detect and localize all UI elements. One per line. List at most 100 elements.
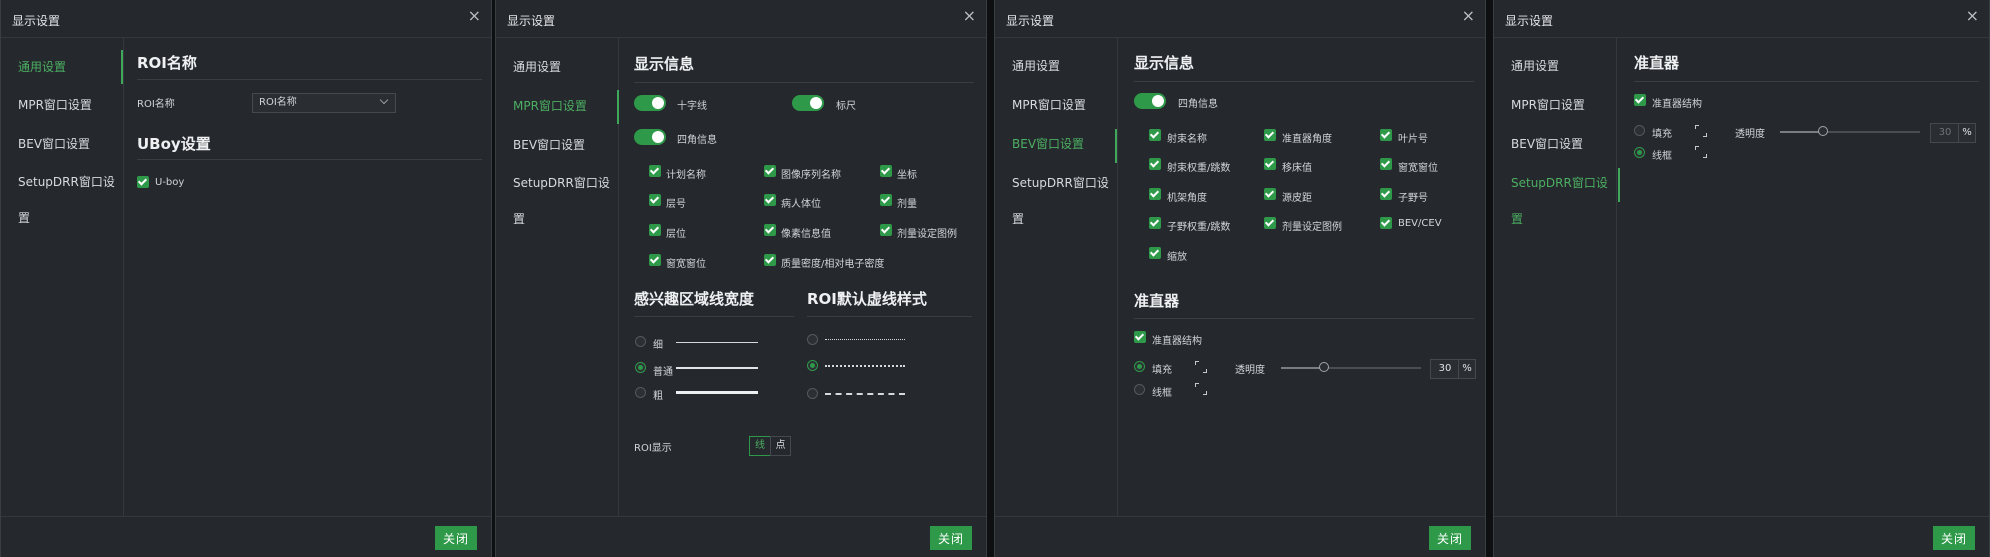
fill-style-icon [1695, 125, 1707, 137]
close-button[interactable]: 关闭 [930, 526, 972, 550]
image-series-checkbox[interactable] [764, 165, 776, 177]
dash-style-dotted-radio[interactable] [807, 334, 818, 345]
dialog-titlebar: 显示设置 × [1, 0, 491, 38]
beam-name-checkbox[interactable] [1149, 129, 1161, 141]
sidebar-item-bev[interactable]: BEV窗口设置 [1494, 126, 1616, 162]
couch-shift-checkbox[interactable] [1264, 158, 1276, 170]
sidebar-item-mpr[interactable]: MPR窗口设置 [1494, 87, 1616, 123]
segment-number-checkbox[interactable] [1380, 188, 1392, 200]
window-level-checkbox[interactable] [1380, 158, 1392, 170]
checkbox-label: 病人体位 [781, 199, 821, 210]
pixel-value-checkbox[interactable] [764, 224, 776, 236]
wireframe-radio-label: 线框 [1152, 388, 1172, 399]
close-icon[interactable]: × [1462, 8, 1475, 24]
corner-info-toggle-label: 四角信息 [1178, 99, 1218, 110]
roi-line-width-heading: 感兴趣区域线宽度 [634, 290, 755, 308]
checkbox-label: 准直器角度 [1282, 134, 1332, 145]
checkbox-label: 射束名称 [1167, 134, 1207, 145]
checkbox-label: 窗宽窗位 [1398, 163, 1438, 174]
collimator-heading: 准直器 [1634, 54, 1680, 72]
sidebar-item-general[interactable]: 通用设置 [1494, 48, 1616, 84]
dose-legend-checkbox[interactable] [880, 224, 892, 236]
window-level-checkbox[interactable] [649, 254, 661, 266]
corner-info-toggle[interactable] [634, 129, 666, 145]
opacity-input[interactable]: 30 [1930, 123, 1960, 143]
line-width-thin-radio[interactable] [635, 336, 646, 347]
gantry-angle-checkbox[interactable] [1149, 188, 1161, 200]
density-checkbox[interactable] [764, 254, 776, 266]
patient-position-checkbox[interactable] [764, 194, 776, 206]
plan-name-checkbox[interactable] [649, 165, 661, 177]
close-button[interactable]: 关闭 [435, 526, 477, 550]
roi-display-point-option[interactable]: 点 [770, 436, 791, 456]
slice-number-checkbox[interactable] [649, 194, 661, 206]
crosshair-toggle[interactable] [634, 95, 666, 111]
dash-style-dashed-radio[interactable] [807, 388, 818, 399]
ssd-checkbox[interactable] [1264, 188, 1276, 200]
opacity-input[interactable]: 30 [1430, 359, 1460, 379]
sidebar-item-mpr[interactable]: MPR窗口设置 [1, 87, 123, 123]
dialog-title: 显示设置 [507, 14, 556, 28]
sidebar-item-setupdrr[interactable]: SetupDRR窗口设置 [995, 165, 1117, 226]
sidebar-item-bev[interactable]: BEV窗口设置 [1, 126, 123, 162]
wireframe-radio[interactable] [1134, 384, 1145, 395]
section-divider [634, 82, 974, 83]
sidebar-item-setupdrr[interactable]: SetupDRR窗口设置 [496, 165, 618, 226]
sidebar-item-mpr[interactable]: MPR窗口设置 [995, 87, 1117, 123]
dose-legend-checkbox[interactable] [1264, 217, 1276, 229]
zoom-checkbox[interactable] [1149, 247, 1161, 259]
dose-checkbox[interactable] [880, 194, 892, 206]
active-nav-indicator [617, 90, 619, 124]
uboy-checkbox[interactable] [137, 176, 149, 188]
coordinate-checkbox[interactable] [880, 165, 892, 177]
close-icon[interactable]: × [468, 8, 481, 24]
dialog-footer: 关闭 [496, 516, 986, 557]
opacity-slider-handle[interactable] [1818, 126, 1828, 136]
fill-radio[interactable] [1134, 361, 1145, 372]
sidebar-item-setupdrr[interactable]: SetupDRR窗口设置 [1494, 165, 1616, 226]
dialog-titlebar: 显示设置 × [496, 0, 986, 38]
dialog-footer: 关闭 [1, 516, 491, 557]
dash-style-sparse-dot-radio[interactable] [807, 360, 818, 371]
checkbox-label: 窗宽窗位 [666, 259, 706, 270]
sidebar-item-general[interactable]: 通用设置 [1, 49, 123, 85]
opacity-slider-handle[interactable] [1319, 362, 1329, 372]
section-divider [1634, 81, 1979, 82]
thick-line-sample [676, 391, 758, 394]
corner-info-toggle[interactable] [1134, 93, 1166, 109]
checkbox-label: 层位 [666, 229, 686, 240]
line-width-normal-radio[interactable] [635, 362, 646, 373]
checkbox-label: 计划名称 [666, 170, 706, 181]
ruler-toggle[interactable] [792, 95, 824, 111]
sidebar-item-bev[interactable]: BEV窗口设置 [496, 127, 618, 163]
collimator-structure-checkbox[interactable] [1134, 331, 1146, 343]
slice-position-checkbox[interactable] [649, 224, 661, 236]
opacity-slider-fill [1281, 367, 1323, 369]
wireframe-style-icon [1195, 383, 1207, 395]
sidebar-item-general[interactable]: 通用设置 [496, 49, 618, 85]
collimator-angle-checkbox[interactable] [1264, 129, 1276, 141]
sidebar-item-mpr[interactable]: MPR窗口设置 [496, 88, 618, 124]
checkbox-label: 坐标 [897, 170, 917, 181]
wireframe-radio[interactable] [1634, 147, 1645, 158]
close-icon[interactable]: × [963, 8, 976, 24]
line-width-thick-radio[interactable] [635, 387, 646, 398]
fill-radio[interactable] [1634, 125, 1645, 136]
roi-display-line-option[interactable]: 线 [749, 436, 771, 456]
bev-cev-checkbox[interactable] [1380, 217, 1392, 229]
sidebar-item-setupdrr[interactable]: SetupDRR窗口设置 [1, 164, 123, 225]
checkbox-label: 机架角度 [1167, 193, 1207, 204]
segment-weight-checkbox[interactable] [1149, 217, 1161, 229]
close-button[interactable]: 关闭 [1933, 526, 1975, 550]
roi-name-select[interactable]: ROI名称 [252, 93, 396, 113]
close-icon[interactable]: × [1966, 8, 1979, 24]
leaf-number-checkbox[interactable] [1380, 129, 1392, 141]
radio-label: 普通 [653, 367, 673, 378]
collimator-structure-checkbox[interactable] [1634, 94, 1646, 106]
sidebar-item-general[interactable]: 通用设置 [995, 48, 1117, 84]
beam-weight-checkbox[interactable] [1149, 158, 1161, 170]
sidebar-item-bev[interactable]: BEV窗口设置 [995, 126, 1117, 162]
opacity-label: 透明度 [1235, 365, 1265, 376]
section-divider [137, 159, 482, 160]
close-button[interactable]: 关闭 [1429, 526, 1471, 550]
